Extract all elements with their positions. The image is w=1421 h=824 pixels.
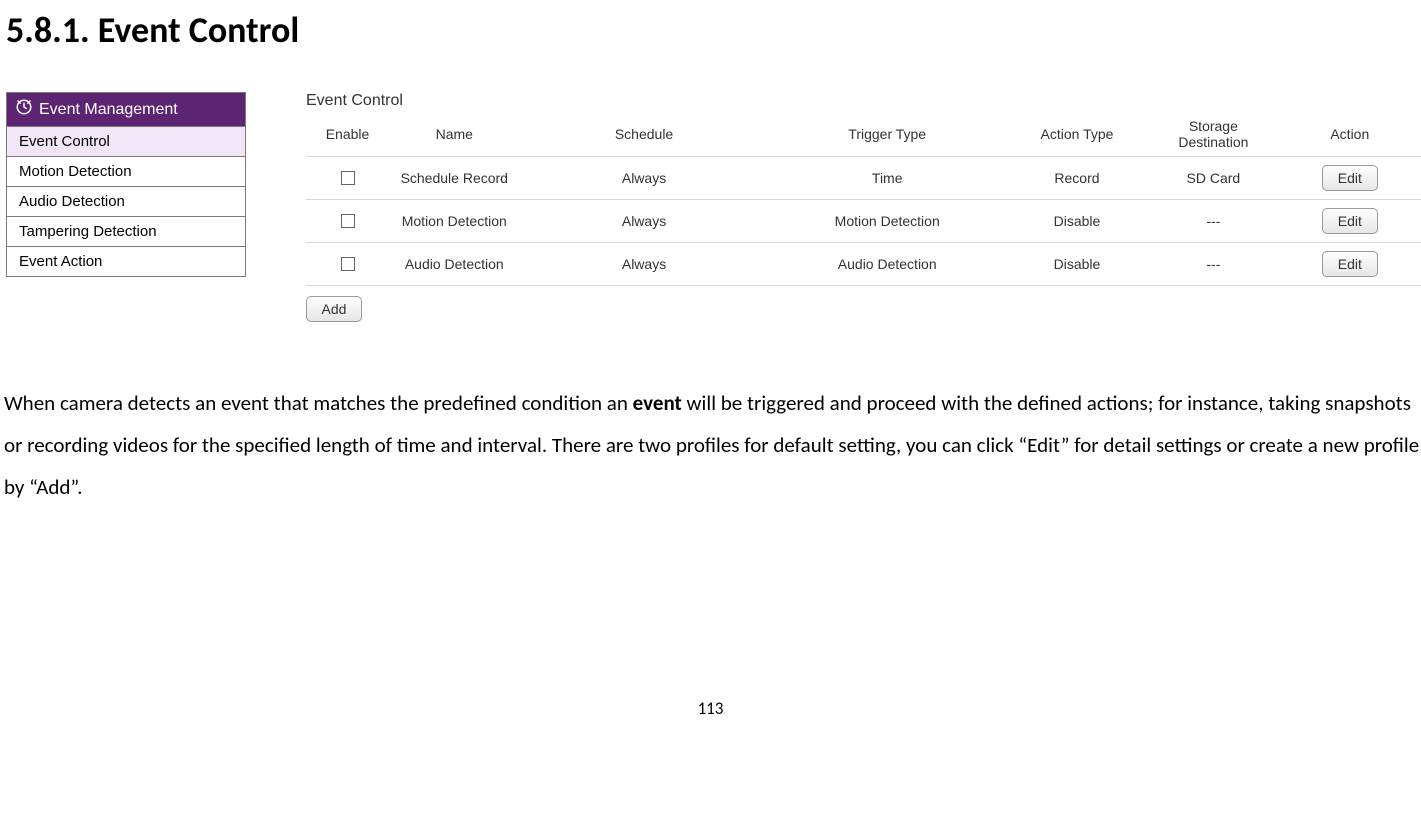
table-row: Motion Detection Always Motion Detection… — [306, 200, 1421, 243]
cell-schedule: Always — [520, 200, 769, 243]
panel-title: Event Control — [306, 92, 1421, 110]
cell-storage: --- — [1148, 243, 1278, 286]
table-row: Audio Detection Always Audio Detection D… — [306, 243, 1421, 286]
cell-action-type: Disable — [1006, 243, 1148, 286]
page-number: 113 — [0, 698, 1421, 719]
cell-schedule: Always — [520, 243, 769, 286]
cell-storage: SD Card — [1148, 157, 1278, 200]
cell-name: Motion Detection — [389, 200, 519, 243]
description-paragraph: When camera detects an event that matche… — [4, 382, 1421, 508]
edit-button[interactable]: Edit — [1322, 208, 1378, 234]
col-header-action-type: Action Type — [1006, 114, 1148, 157]
cell-action-type: Disable — [1006, 200, 1148, 243]
cell-schedule: Always — [520, 157, 769, 200]
add-button[interactable]: Add — [306, 296, 362, 322]
sidebar-event-management: Event Management Event Control Motion De… — [6, 92, 246, 277]
table-row: Schedule Record Always Time Record SD Ca… — [306, 157, 1421, 200]
enable-checkbox[interactable] — [341, 214, 355, 228]
enable-checkbox[interactable] — [341, 257, 355, 271]
sidebar-item-event-action[interactable]: Event Action — [7, 247, 245, 276]
cell-action-type: Record — [1006, 157, 1148, 200]
sidebar-item-event-control[interactable]: Event Control — [7, 127, 245, 157]
cell-name: Audio Detection — [389, 243, 519, 286]
section-heading: 5.8.1. Event Control — [6, 8, 1421, 52]
sidebar-item-audio-detection[interactable]: Audio Detection — [7, 187, 245, 217]
event-control-table: Enable Name Schedule Trigger Type Action… — [306, 114, 1421, 286]
bell-icon — [15, 98, 33, 121]
sidebar-header: Event Management — [7, 93, 245, 127]
cell-trigger: Motion Detection — [769, 200, 1006, 243]
col-header-name: Name — [389, 114, 519, 157]
sidebar-title: Event Management — [39, 101, 178, 119]
col-header-trigger: Trigger Type — [769, 114, 1006, 157]
col-header-action: Action — [1279, 114, 1421, 157]
edit-button[interactable]: Edit — [1322, 165, 1378, 191]
edit-button[interactable]: Edit — [1322, 251, 1378, 277]
event-control-panel: Event Control Enable Name Schedule Trigg… — [306, 92, 1421, 322]
cell-trigger: Time — [769, 157, 1006, 200]
sidebar-item-tampering-detection[interactable]: Tampering Detection — [7, 217, 245, 247]
col-header-storage: Storage Destination — [1148, 114, 1278, 157]
cell-storage: --- — [1148, 200, 1278, 243]
body-text-1: When camera detects an event that matche… — [4, 390, 633, 416]
cell-name: Schedule Record — [389, 157, 519, 200]
enable-checkbox[interactable] — [341, 171, 355, 185]
body-text-bold: event — [633, 390, 682, 416]
col-header-schedule: Schedule — [520, 114, 769, 157]
col-header-enable: Enable — [306, 114, 389, 157]
cell-trigger: Audio Detection — [769, 243, 1006, 286]
sidebar-item-motion-detection[interactable]: Motion Detection — [7, 157, 245, 187]
figure: Event Management Event Control Motion De… — [6, 92, 1421, 322]
